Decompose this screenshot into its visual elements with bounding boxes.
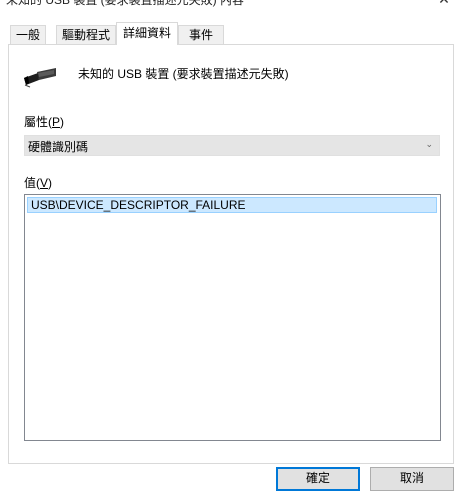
close-icon[interactable]: ✕: [437, 0, 451, 7]
property-label-text: 屬性(: [24, 115, 52, 129]
property-select[interactable]: 硬體識別碼 ⌄: [24, 135, 440, 156]
ok-button[interactable]: 確定: [276, 467, 360, 491]
usb-connector-icon: [24, 68, 56, 88]
property-selected-value: 硬體識別碼: [28, 140, 89, 154]
window-title: 未知的 USB 裝置 (要求裝置描述元失敗) 內容: [6, 0, 245, 7]
details-panel: 未知的 USB 裝置 (要求裝置描述元失敗) 屬性(P) 硬體識別碼 ⌄ 值(V…: [8, 44, 454, 464]
cancel-button[interactable]: 取消: [370, 467, 454, 491]
tab-events[interactable]: 事件: [178, 25, 224, 44]
tab-driver[interactable]: 驅動程式: [56, 25, 116, 44]
property-label: 屬性(P): [24, 113, 64, 130]
tab-details[interactable]: 詳細資料: [116, 22, 178, 45]
list-item[interactable]: USB\DEVICE_DESCRIPTOR_FAILURE: [27, 197, 437, 213]
property-label-end: ): [60, 115, 65, 129]
device-name: 未知的 USB 裝置 (要求裝置描述元失敗): [78, 67, 289, 81]
chevron-down-icon[interactable]: ⌄: [425, 139, 433, 150]
title-bar: 未知的 USB 裝置 (要求裝置描述元失敗) 內容 ✕: [0, 0, 463, 9]
value-label-accelerator: V: [40, 176, 49, 190]
tab-strip: 一般 驅動程式 詳細資料 事件: [0, 22, 463, 45]
tab-general[interactable]: 一般: [10, 25, 46, 44]
property-label-accelerator: P: [52, 115, 61, 129]
value-label-end: ): [48, 176, 53, 190]
value-label-text: 值(: [24, 176, 40, 190]
value-list[interactable]: USB\DEVICE_DESCRIPTOR_FAILURE: [24, 194, 441, 441]
value-label: 值(V): [24, 174, 52, 191]
